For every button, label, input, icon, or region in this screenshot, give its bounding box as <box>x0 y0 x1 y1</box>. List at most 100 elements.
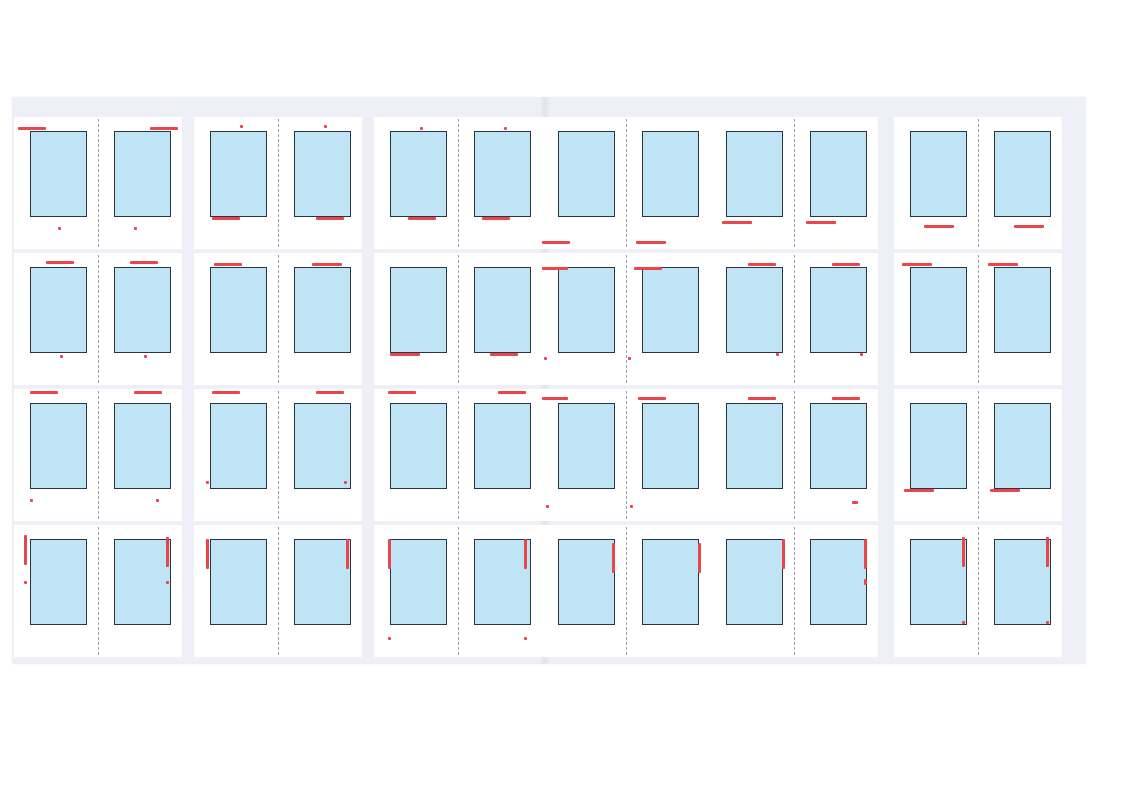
thumbnail-spread <box>710 253 878 385</box>
red-marker <box>864 539 867 569</box>
red-marker <box>30 499 33 502</box>
open-book-scan <box>12 97 1086 664</box>
spread-fold-line <box>98 527 99 655</box>
red-marker <box>60 355 63 358</box>
red-marker <box>212 217 240 220</box>
text-block <box>910 403 967 489</box>
red-marker <box>134 227 137 230</box>
text-block <box>642 131 699 217</box>
text-block <box>210 267 267 353</box>
spread-fold-line <box>978 527 979 655</box>
red-marker <box>30 391 58 394</box>
text-block <box>294 131 351 217</box>
thumbnail-spread <box>14 117 182 249</box>
thumbnail-spread <box>194 253 362 385</box>
spread-fold-line <box>458 391 459 519</box>
thumbnail-spread <box>894 389 1062 521</box>
text-block <box>114 539 171 625</box>
red-marker <box>524 539 527 569</box>
spread-fold-line <box>278 255 279 383</box>
red-marker <box>134 391 162 394</box>
red-marker <box>18 127 46 130</box>
text-block <box>726 403 783 489</box>
text-block <box>390 267 447 353</box>
text-block <box>30 267 87 353</box>
red-marker <box>776 353 779 356</box>
red-marker <box>420 127 423 130</box>
spread-fold-line <box>458 119 459 247</box>
red-marker <box>482 217 510 220</box>
red-marker <box>316 391 344 394</box>
thumbnail-spread <box>14 525 182 657</box>
red-marker <box>324 125 327 128</box>
red-marker <box>698 543 701 573</box>
spread-fold-line <box>458 255 459 383</box>
red-marker <box>962 537 965 567</box>
red-marker <box>542 397 568 400</box>
text-block <box>558 403 615 489</box>
spread-fold-line <box>978 391 979 519</box>
red-marker <box>166 537 169 567</box>
text-block <box>474 131 531 217</box>
red-marker <box>542 267 568 270</box>
spread-fold-line <box>978 255 979 383</box>
red-marker <box>166 581 169 584</box>
thumbnail-spread <box>374 253 542 385</box>
thumbnail-spread <box>894 117 1062 249</box>
red-marker <box>498 391 526 394</box>
red-marker <box>344 481 347 484</box>
text-block <box>810 539 867 625</box>
thumbnail-spread <box>194 525 362 657</box>
text-block <box>114 131 171 217</box>
spread-fold-line <box>278 119 279 247</box>
red-marker <box>388 539 391 569</box>
red-marker <box>214 263 242 266</box>
spread-fold-line <box>626 119 627 247</box>
red-marker <box>504 127 507 130</box>
red-marker <box>312 263 342 266</box>
red-marker <box>24 535 27 565</box>
thumbnail-spread <box>542 525 710 657</box>
red-marker <box>748 263 776 266</box>
red-marker <box>1046 537 1049 567</box>
red-marker <box>1046 621 1049 624</box>
red-marker <box>144 355 147 358</box>
thumbnail-spread <box>894 253 1062 385</box>
text-block <box>994 131 1051 217</box>
spread-fold-line <box>626 391 627 519</box>
text-block <box>558 539 615 625</box>
red-marker <box>988 263 1018 266</box>
text-block <box>994 403 1051 489</box>
thumbnail-spread <box>710 389 878 521</box>
red-marker <box>990 489 1020 492</box>
text-block <box>210 539 267 625</box>
text-block <box>30 403 87 489</box>
red-marker <box>1014 225 1044 228</box>
text-block <box>726 131 783 217</box>
red-marker <box>490 353 518 356</box>
red-marker <box>24 581 27 584</box>
red-marker <box>346 539 349 569</box>
text-block <box>114 403 171 489</box>
text-block <box>558 267 615 353</box>
text-block <box>390 131 447 217</box>
text-block <box>994 267 1051 353</box>
text-block <box>810 403 867 489</box>
text-block <box>642 403 699 489</box>
spread-fold-line <box>98 255 99 383</box>
text-block <box>474 403 531 489</box>
text-block <box>810 267 867 353</box>
spread-fold-line <box>794 255 795 383</box>
thumbnail-spread <box>194 117 362 249</box>
red-marker <box>962 621 965 624</box>
red-marker <box>206 481 209 484</box>
red-marker <box>58 227 61 230</box>
red-marker <box>524 637 527 640</box>
red-marker <box>156 499 159 502</box>
red-marker <box>212 391 240 394</box>
spread-fold-line <box>626 255 627 383</box>
thumbnail-spread <box>14 389 182 521</box>
red-marker <box>46 261 74 264</box>
red-marker <box>638 397 666 400</box>
red-marker <box>748 397 776 400</box>
